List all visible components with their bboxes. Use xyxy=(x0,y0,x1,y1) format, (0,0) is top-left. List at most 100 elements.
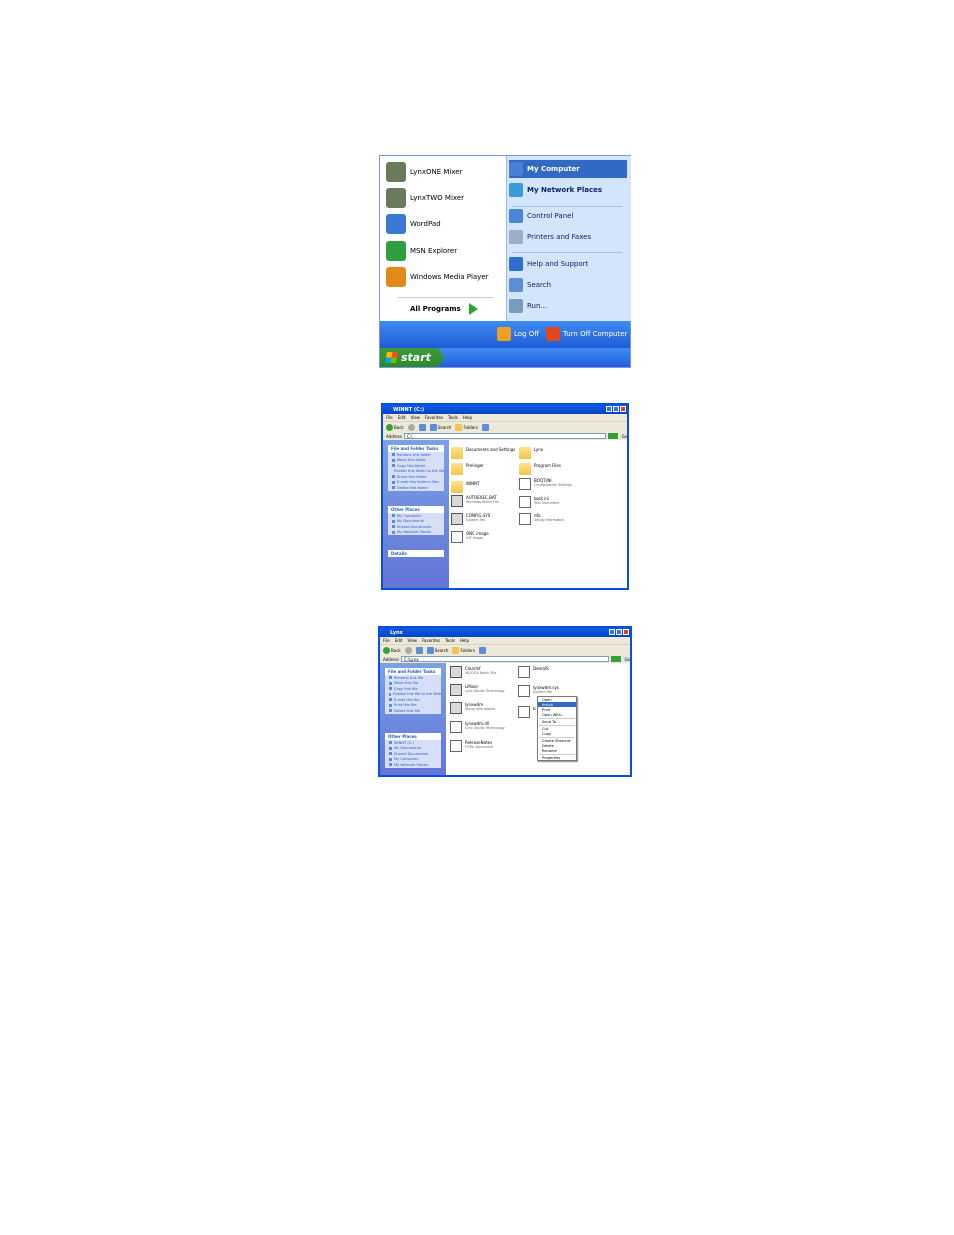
close-button[interactable] xyxy=(623,629,629,635)
folders-button[interactable]: Folders xyxy=(452,646,475,654)
menu-item[interactable]: Help xyxy=(463,415,472,420)
divider xyxy=(512,206,622,207)
file-item[interactable]: Ic xyxy=(518,706,536,718)
details-header[interactable]: Details xyxy=(388,550,444,557)
file-item[interactable]: Lynx xyxy=(519,447,543,459)
task-label: Print this file xyxy=(394,703,417,708)
pinned-item[interactable]: LynxONE Mixer xyxy=(386,160,462,184)
maximize-button[interactable] xyxy=(613,406,619,412)
menu-item[interactable]: Help xyxy=(460,638,469,643)
maximize-button[interactable] xyxy=(616,629,622,635)
menu-item[interactable]: File xyxy=(386,415,393,420)
file-item[interactable]: ONC image GIF Image xyxy=(451,531,489,543)
start-button[interactable]: start xyxy=(380,348,443,367)
context-menu-item[interactable]: Send To xyxy=(538,719,576,724)
address-input[interactable]: C:\ xyxy=(403,433,607,439)
address-input[interactable]: C:\Lynx xyxy=(400,656,610,662)
file-text: AUTOEXEC.BAT Windows Batch File xyxy=(466,495,499,504)
context-menu-item[interactable]: Open With... xyxy=(538,712,576,717)
file-text: ClearInf MS-DOS Batch File xyxy=(465,666,496,675)
forward-button[interactable] xyxy=(404,646,412,654)
file-item[interactable]: Documents and Settings xyxy=(451,447,515,459)
views-button[interactable] xyxy=(481,423,489,431)
turn-off-computer-button[interactable]: Turn Off Computer xyxy=(546,326,627,342)
file-item[interactable]: boot.ini Text Document xyxy=(519,496,560,508)
close-button[interactable] xyxy=(620,406,626,412)
context-menu-item[interactable]: Rename xyxy=(538,748,576,753)
start-menu-item[interactable]: Run... xyxy=(509,297,627,315)
other-places-header[interactable]: Other Places xyxy=(388,506,444,513)
file-item[interactable]: DemoIS xyxy=(518,666,549,678)
menu-item[interactable]: View xyxy=(407,638,417,643)
file-item[interactable]: lynxwdm Setup Information xyxy=(450,702,496,714)
minimize-button[interactable] xyxy=(606,406,612,412)
file-item[interactable]: lynxwdm.dll Lynx Studio Technology xyxy=(450,721,505,733)
task-link[interactable]: My Network Places xyxy=(385,762,441,768)
tasks-header[interactable]: File and Folder Tasks xyxy=(388,445,444,452)
up-folder-button[interactable] xyxy=(418,423,426,431)
context-menu-item[interactable]: Copy xyxy=(538,731,576,736)
menu-item[interactable]: Edit xyxy=(395,638,403,643)
file-item[interactable]: CONFIG.SYS System file xyxy=(451,513,490,525)
go-label: Go xyxy=(624,656,630,662)
pinned-item[interactable]: WordPad xyxy=(386,212,441,236)
title-bar[interactable]: WINNT (C:) xyxy=(383,405,627,414)
file-item[interactable]: AUTOEXEC.BAT Windows Batch File xyxy=(451,495,499,507)
start-menu-item[interactable]: Printers and Faxes xyxy=(509,228,627,246)
folders-button[interactable]: Folders xyxy=(455,423,478,431)
menu-item[interactable]: Tools xyxy=(448,415,458,420)
search-button[interactable]: Search xyxy=(429,423,451,431)
start-menu-item[interactable]: My Network Places xyxy=(509,181,627,199)
title-bar[interactable]: Lynx xyxy=(380,628,630,637)
file-item[interactable]: WINNT xyxy=(451,481,480,493)
menu-item[interactable]: Favorites xyxy=(422,638,440,643)
search-button[interactable]: Search xyxy=(426,646,448,654)
file-icon xyxy=(451,513,463,525)
menu-item[interactable]: View xyxy=(410,415,420,420)
task-icon xyxy=(389,746,392,750)
file-item[interactable]: Prelinger xyxy=(451,463,484,475)
pinned-item[interactable]: MSN Explorer xyxy=(386,239,457,263)
file-item[interactable]: nfo Setup Information xyxy=(519,513,565,525)
pinned-item[interactable]: Windows Media Player xyxy=(386,265,489,289)
task-link[interactable]: Publish this folder to the Web xyxy=(388,469,444,475)
tasks-header[interactable]: File and Folder Tasks xyxy=(385,668,441,675)
file-item[interactable]: ReleaseNotes HTML Document xyxy=(450,740,493,752)
task-link[interactable]: E-mail this folder's files xyxy=(388,480,444,486)
start-menu-item[interactable]: Help and Support xyxy=(509,255,627,273)
file-item[interactable]: ClearInf MS-DOS Batch File xyxy=(450,666,496,678)
go-button[interactable] xyxy=(608,433,619,439)
file-item[interactable]: Program Files xyxy=(519,463,561,475)
forward-button[interactable] xyxy=(407,423,415,431)
folders-icon xyxy=(452,646,460,654)
all-programs-button[interactable]: All Programs xyxy=(410,301,478,317)
menu-item[interactable]: Favorites xyxy=(425,415,443,420)
task-link[interactable]: Delete this folder xyxy=(388,485,444,491)
menu-item[interactable]: File xyxy=(383,638,390,643)
pinned-item[interactable]: LynxTWO Mixer xyxy=(386,186,464,210)
file-item[interactable]: LMixer Lynx Studio Technology xyxy=(450,684,505,696)
minimize-button[interactable] xyxy=(609,629,615,635)
file-icon xyxy=(450,721,462,733)
menu-item[interactable]: Tools xyxy=(445,638,455,643)
back-button[interactable]: Back xyxy=(383,646,401,654)
start-menu-item[interactable]: Search xyxy=(509,276,627,294)
back-button[interactable]: Back xyxy=(386,423,404,431)
file-item[interactable]: BOOT.INI Configuration Settings xyxy=(519,478,572,490)
other-places-header[interactable]: Other Places xyxy=(385,733,441,740)
task-link[interactable]: Delete this file xyxy=(385,708,441,714)
up-folder-button[interactable] xyxy=(415,646,423,654)
task-icon xyxy=(389,709,392,713)
go-button[interactable] xyxy=(611,656,622,662)
task-link[interactable]: Publish this file to the Web xyxy=(385,692,441,698)
task-link[interactable]: My Network Places xyxy=(388,530,444,536)
context-menu-item[interactable]: Properties xyxy=(538,755,576,760)
folders-icon xyxy=(455,423,463,431)
context-menu-item[interactable]: Create Shortcut xyxy=(538,738,576,743)
task-icon xyxy=(389,703,392,707)
start-menu-item[interactable]: My Computer xyxy=(509,160,627,178)
views-button[interactable] xyxy=(478,646,486,654)
log-off-button[interactable]: Log Off xyxy=(497,326,539,342)
start-menu-item[interactable]: Control Panel xyxy=(509,207,627,225)
menu-item[interactable]: Edit xyxy=(398,415,406,420)
